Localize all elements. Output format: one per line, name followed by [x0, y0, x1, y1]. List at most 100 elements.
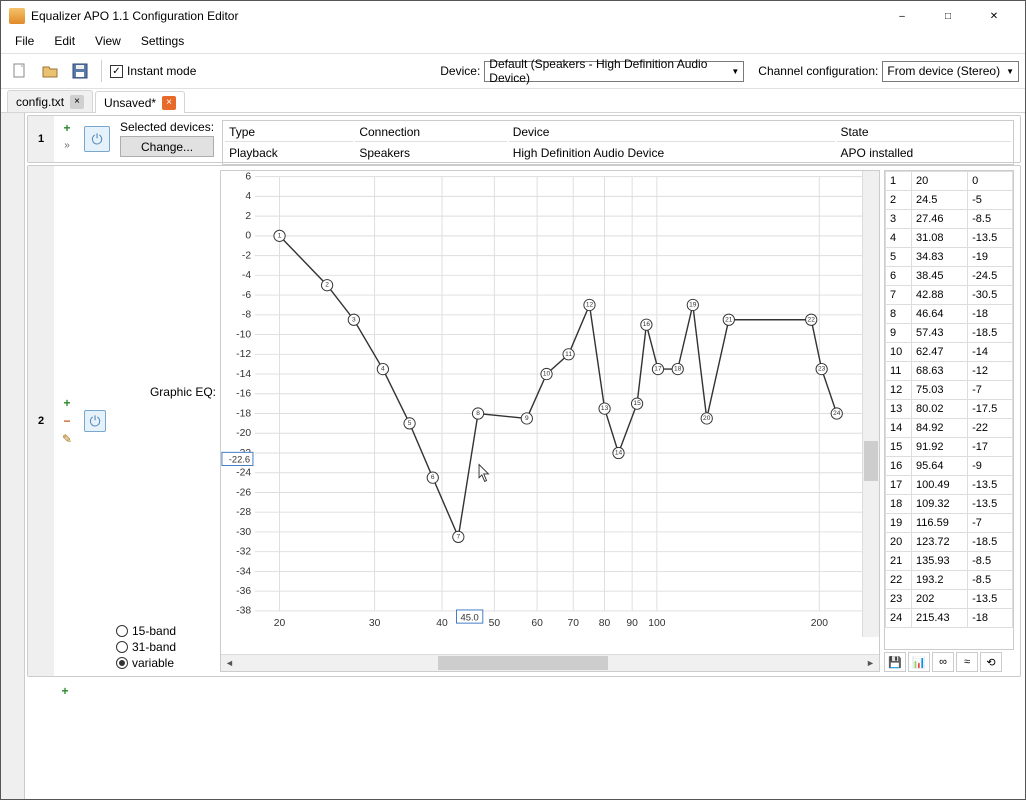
table-row[interactable]: 18109.32-13.5 [886, 495, 1013, 514]
col-device: Device [509, 123, 835, 142]
horizontal-scrollbar[interactable]: ◄ ► [221, 654, 879, 671]
svg-text:6: 6 [245, 171, 251, 182]
svg-text:200: 200 [811, 618, 828, 629]
table-row[interactable]: 957.43-18.5 [886, 324, 1013, 343]
svg-text:50: 50 [489, 618, 501, 629]
power-toggle[interactable]: ⏻ [84, 410, 106, 432]
svg-text:60: 60 [531, 618, 543, 629]
table-row[interactable]: 846.64-18 [886, 305, 1013, 324]
menu-settings[interactable]: Settings [131, 31, 194, 53]
menu-file[interactable]: File [5, 31, 44, 53]
svg-text:3: 3 [352, 316, 356, 323]
maximize-button[interactable]: □ [925, 1, 971, 31]
svg-text:17: 17 [654, 366, 662, 373]
check-icon: ✓ [110, 65, 123, 78]
table-row[interactable]: 1062.47-14 [886, 343, 1013, 362]
table-row[interactable]: 24215.43-18 [886, 609, 1013, 628]
table-row[interactable]: 1168.63-12 [886, 362, 1013, 381]
remove-filter-icon[interactable]: − [59, 413, 75, 429]
table-row[interactable]: Playback Speakers High Definition Audio … [225, 144, 1011, 162]
svg-text:4: 4 [245, 191, 251, 202]
titlebar: Equalizer APO 1.1 Configuration Editor –… [1, 1, 1025, 31]
col-state: State [837, 123, 1011, 142]
power-toggle[interactable]: ⏻ [84, 126, 110, 152]
svg-text:-20: -20 [236, 428, 251, 439]
gutter [1, 113, 25, 799]
device-combo[interactable]: Default (Speakers - High Definition Audi… [484, 61, 744, 82]
channel-combo[interactable]: From device (Stereo) ▼ [882, 61, 1019, 82]
value-table[interactable]: 1200224.5-5327.46-8.5431.08-13.5534.83-1… [884, 170, 1014, 650]
svg-text:2: 2 [245, 211, 251, 222]
svg-text:16: 16 [643, 321, 651, 328]
svg-text:14: 14 [615, 449, 623, 456]
reset-icon[interactable]: ⟲ [980, 652, 1002, 672]
menu-edit[interactable]: Edit [44, 31, 85, 53]
svg-text:30: 30 [369, 618, 381, 629]
svg-text:40: 40 [436, 618, 448, 629]
col-type: Type [225, 123, 353, 142]
save-values-icon[interactable]: 💾 [884, 652, 906, 672]
table-row[interactable]: 327.46-8.5 [886, 210, 1013, 229]
tab-close-icon[interactable]: × [162, 96, 176, 110]
invert-icon[interactable]: ∞ [932, 652, 954, 672]
table-row[interactable]: 638.45-24.5 [886, 267, 1013, 286]
table-row[interactable]: 1380.02-17.5 [886, 400, 1013, 419]
svg-text:20: 20 [703, 415, 711, 422]
table-row[interactable]: 1695.64-9 [886, 457, 1013, 476]
graphic-eq-label: Graphic EQ: [116, 170, 216, 399]
filter-row-device: 1 + » ⏻ Selected devices: Change... Type… [27, 115, 1021, 163]
svg-text:-34: -34 [236, 566, 251, 577]
tab-unsaved[interactable]: Unsaved* × [95, 91, 185, 113]
close-button[interactable]: ✕ [971, 1, 1017, 31]
device-label: Device: [440, 64, 480, 78]
table-row[interactable]: 1591.92-17 [886, 438, 1013, 457]
svg-text:90: 90 [626, 618, 638, 629]
change-button[interactable]: Change... [120, 136, 214, 157]
radio-variable[interactable]: variable [116, 656, 216, 670]
open-button[interactable] [37, 58, 63, 84]
radio-15-band[interactable]: 15-band [116, 624, 216, 638]
table-row[interactable]: 742.88-30.5 [886, 286, 1013, 305]
import-icon[interactable]: 📊 [908, 652, 930, 672]
menubar: File Edit View Settings [1, 31, 1025, 53]
table-row[interactable]: 22193.2-8.5 [886, 571, 1013, 590]
table-row[interactable]: 20123.72-18.5 [886, 533, 1013, 552]
table-row[interactable]: 23202-13.5 [886, 590, 1013, 609]
col-connection: Connection [355, 123, 506, 142]
instant-mode-checkbox[interactable]: ✓ Instant mode [110, 64, 196, 78]
normalize-icon[interactable]: ≈ [956, 652, 978, 672]
new-button[interactable] [7, 58, 33, 84]
table-row[interactable]: 17100.49-13.5 [886, 476, 1013, 495]
table-row[interactable]: 1200 [886, 172, 1013, 191]
svg-text:-6: -6 [242, 290, 251, 301]
table-row[interactable]: 534.83-19 [886, 248, 1013, 267]
edit-filter-icon[interactable]: ✎ [59, 431, 75, 447]
menu-view[interactable]: View [85, 31, 131, 53]
table-row[interactable]: 431.08-13.5 [886, 229, 1013, 248]
save-button[interactable] [67, 58, 93, 84]
svg-text:12: 12 [586, 301, 594, 308]
table-row[interactable]: 1484.92-22 [886, 419, 1013, 438]
radio-31-band[interactable]: 31-band [116, 640, 216, 654]
tab-label: Unsaved* [104, 96, 156, 110]
table-row[interactable]: 19116.59-7 [886, 514, 1013, 533]
add-filter-icon[interactable]: + [59, 395, 75, 411]
svg-text:15: 15 [633, 400, 641, 407]
svg-text:-36: -36 [236, 586, 251, 597]
svg-text:24: 24 [833, 410, 841, 417]
svg-text:18: 18 [674, 366, 682, 373]
eq-chart[interactable]: 6420-2-4-6-8-10-12-14-16-18-20-22-24-26-… [220, 170, 880, 672]
svg-text:23: 23 [818, 366, 826, 373]
tab-config[interactable]: config.txt × [7, 90, 93, 112]
add-filter-bottom-icon[interactable]: + [57, 683, 73, 699]
table-row[interactable]: 224.5-5 [886, 191, 1013, 210]
minimize-button[interactable]: – [879, 1, 925, 31]
tab-close-icon[interactable]: × [70, 95, 84, 109]
vertical-scrollbar[interactable] [862, 171, 879, 637]
svg-text:100: 100 [648, 618, 665, 629]
expand-icon[interactable]: » [59, 138, 75, 154]
svg-text:10: 10 [543, 371, 551, 378]
add-filter-icon[interactable]: + [59, 120, 75, 136]
table-row[interactable]: 21135.93-8.5 [886, 552, 1013, 571]
table-row[interactable]: 1275.03-7 [886, 381, 1013, 400]
